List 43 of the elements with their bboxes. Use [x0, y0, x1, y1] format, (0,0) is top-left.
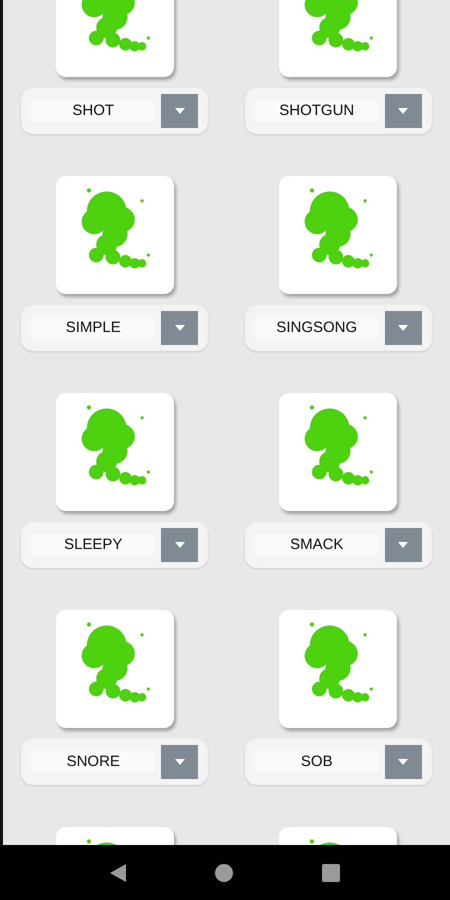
dropdown-button[interactable] — [161, 745, 198, 779]
recents-icon[interactable] — [322, 864, 340, 882]
caret-icon — [174, 759, 185, 765]
dropdown-button[interactable] — [161, 94, 198, 128]
sound-dropdown[interactable]: SLEEPY — [21, 522, 208, 568]
dropdown-button[interactable] — [384, 528, 422, 562]
sound-image[interactable] — [56, 610, 174, 728]
sound-image[interactable] — [279, 393, 398, 511]
caret-icon — [174, 325, 185, 331]
home-icon[interactable] — [214, 864, 233, 882]
caret-icon — [398, 325, 408, 331]
sound-name: SINGSONG — [254, 317, 379, 339]
sound-image[interactable] — [279, 610, 398, 728]
dropdown-button[interactable] — [384, 94, 422, 128]
sound-name: SNORE — [31, 751, 156, 773]
sound-image[interactable] — [279, 176, 398, 294]
cloud-drawing — [81, 0, 150, 52]
caret-icon — [398, 759, 408, 765]
sound-dropdown[interactable]: SOB — [244, 739, 432, 785]
sound-name: SLEEPY — [31, 534, 156, 556]
sound-image[interactable] — [56, 176, 174, 294]
caret-icon — [174, 542, 185, 548]
sound-dropdown[interactable]: SHOT — [21, 88, 208, 134]
sound-dropdown[interactable]: SMACK — [244, 522, 432, 568]
sound-name: SIMPLE — [31, 317, 156, 339]
dropdown-button[interactable] — [161, 311, 198, 345]
sound-dropdown[interactable]: SHOTGUN — [244, 88, 432, 134]
sound-dropdown[interactable]: SNORE — [21, 739, 208, 785]
sound-name: SMACK — [254, 534, 379, 556]
sound-name: SOB — [254, 751, 379, 773]
caret-icon — [398, 108, 408, 114]
sound-dropdown[interactable]: SINGSONG — [244, 305, 432, 351]
sound-name: SHOT — [31, 100, 156, 122]
sound-image[interactable] — [56, 393, 174, 511]
caret-icon — [398, 542, 408, 548]
back-icon[interactable] — [110, 864, 126, 882]
caret-icon — [174, 108, 185, 114]
dropdown-button[interactable] — [384, 745, 422, 779]
sound-name: SHOTGUN — [254, 100, 379, 122]
cloud-drawing — [304, 0, 374, 52]
sound-dropdown[interactable]: SIMPLE — [21, 305, 208, 351]
dropdown-button[interactable] — [384, 311, 422, 345]
dropdown-button[interactable] — [161, 528, 198, 562]
